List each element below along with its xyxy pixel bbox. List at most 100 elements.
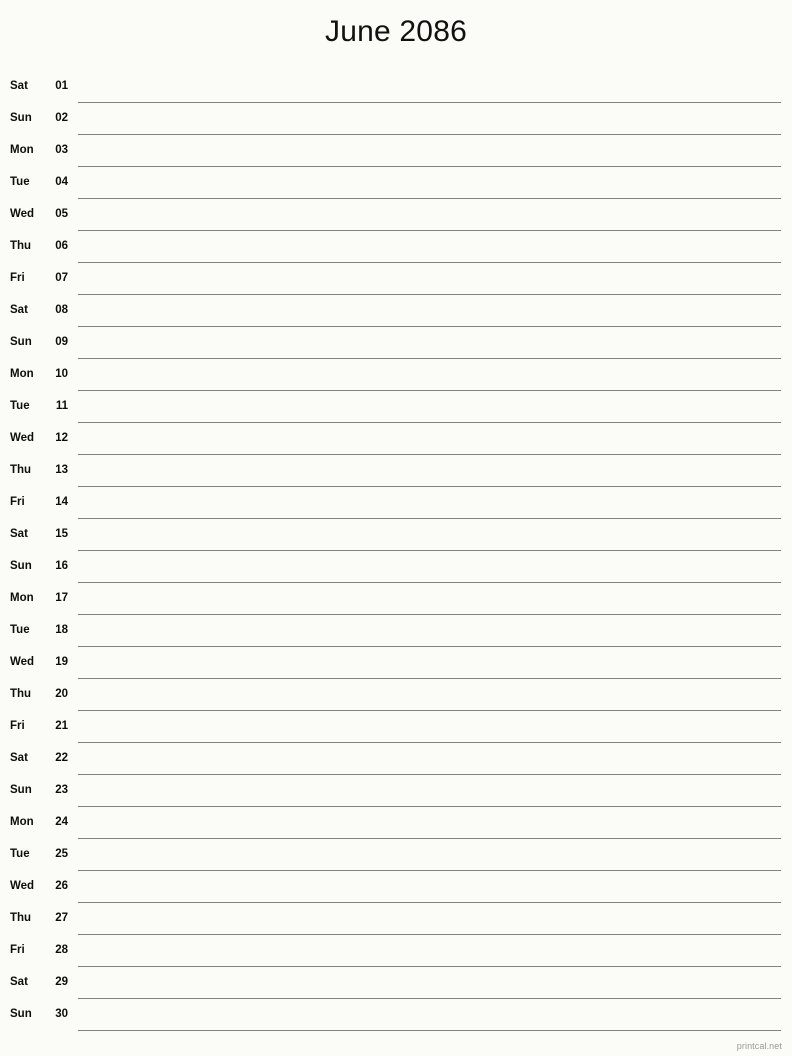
calendar-day-row[interactable]: Wed 26 [0, 872, 792, 904]
weekday-label: Mon [10, 144, 34, 156]
day-label-group: Sun 23 [0, 776, 78, 802]
day-label-group: Wed 05 [0, 200, 78, 226]
day-label-group: Sun 02 [0, 104, 78, 130]
day-writing-line[interactable] [78, 616, 781, 647]
day-label-group: Sat 29 [0, 968, 78, 994]
day-label-group: Fri 14 [0, 488, 78, 514]
weekday-label: Thu [10, 240, 32, 252]
calendar-day-row[interactable]: Fri 28 [0, 936, 792, 968]
calendar-day-row[interactable]: Mon 17 [0, 584, 792, 616]
footer-attribution: printcal.net [736, 1041, 782, 1051]
day-writing-line[interactable] [78, 776, 781, 807]
day-number: 11 [55, 400, 68, 412]
calendar-day-row[interactable]: Wed 19 [0, 648, 792, 680]
calendar-day-row[interactable]: Sat 08 [0, 296, 792, 328]
calendar-day-row[interactable]: Wed 12 [0, 424, 792, 456]
day-writing-line[interactable] [78, 168, 781, 199]
calendar-day-row[interactable]: Wed 05 [0, 200, 792, 232]
day-writing-line[interactable] [78, 520, 781, 551]
day-number: 14 [55, 496, 68, 508]
day-writing-line[interactable] [78, 1000, 781, 1031]
day-writing-line[interactable] [78, 136, 781, 167]
calendar-day-row[interactable]: Sun 09 [0, 328, 792, 360]
calendar-day-row[interactable]: Fri 14 [0, 488, 792, 520]
weekday-label: Sun [10, 112, 32, 124]
weekday-label: Sat [10, 752, 28, 764]
day-writing-line[interactable] [78, 584, 781, 615]
day-label-group: Sun 09 [0, 328, 78, 354]
day-number: 20 [55, 688, 68, 700]
day-number: 12 [55, 432, 68, 444]
day-label-group: Sat 22 [0, 744, 78, 770]
day-label-group: Mon 24 [0, 808, 78, 834]
day-number: 15 [55, 528, 68, 540]
calendar-day-rows: Sat 01 Sun 02 Mon 03 Tue 04 Wed 05 Thu 06 Fri 07 Sat 08… [0, 72, 792, 1032]
calendar-day-row[interactable]: Fri 21 [0, 712, 792, 744]
day-writing-line[interactable] [78, 936, 781, 967]
day-writing-line[interactable] [78, 968, 781, 999]
day-writing-line[interactable] [78, 200, 781, 231]
day-writing-line[interactable] [78, 360, 781, 391]
calendar-day-row[interactable]: Sat 01 [0, 72, 792, 104]
weekday-label: Fri [10, 496, 25, 508]
calendar-day-row[interactable]: Thu 06 [0, 232, 792, 264]
calendar-day-row[interactable]: Sat 22 [0, 744, 792, 776]
weekday-label: Tue [10, 176, 30, 188]
weekday-label: Fri [10, 272, 25, 284]
weekday-label: Tue [10, 400, 30, 412]
calendar-day-row[interactable]: Tue 25 [0, 840, 792, 872]
day-writing-line[interactable] [78, 808, 781, 839]
weekday-label: Thu [10, 688, 32, 700]
day-writing-line[interactable] [78, 712, 781, 743]
calendar-day-row[interactable]: Sat 29 [0, 968, 792, 1000]
day-writing-line[interactable] [78, 296, 781, 327]
day-writing-line[interactable] [78, 328, 781, 359]
day-writing-line[interactable] [78, 264, 781, 295]
day-label-group: Sat 08 [0, 296, 78, 322]
day-number: 23 [55, 784, 68, 796]
calendar-day-row[interactable]: Thu 20 [0, 680, 792, 712]
day-label-group: Mon 10 [0, 360, 78, 386]
calendar-day-row[interactable]: Tue 18 [0, 616, 792, 648]
day-writing-line[interactable] [78, 72, 781, 103]
calendar-day-row[interactable]: Mon 03 [0, 136, 792, 168]
day-number: 13 [55, 464, 68, 476]
weekday-label: Sun [10, 1008, 32, 1020]
weekday-label: Mon [10, 816, 34, 828]
day-writing-line[interactable] [78, 456, 781, 487]
page-title: June 2086 [325, 15, 467, 48]
day-writing-line[interactable] [78, 392, 781, 423]
calendar-day-row[interactable]: Tue 04 [0, 168, 792, 200]
day-writing-line[interactable] [78, 840, 781, 871]
calendar-day-row[interactable]: Tue 11 [0, 392, 792, 424]
day-writing-line[interactable] [78, 680, 781, 711]
day-writing-line[interactable] [78, 648, 781, 679]
day-writing-line[interactable] [78, 488, 781, 519]
day-label-group: Mon 03 [0, 136, 78, 162]
day-label-group: Thu 13 [0, 456, 78, 482]
day-writing-line[interactable] [78, 104, 781, 135]
day-number: 17 [55, 592, 68, 604]
weekday-label: Wed [10, 208, 35, 220]
calendar-day-row[interactable]: Sun 16 [0, 552, 792, 584]
day-label-group: Wed 26 [0, 872, 78, 898]
weekday-label: Mon [10, 368, 34, 380]
calendar-day-row[interactable]: Fri 07 [0, 264, 792, 296]
calendar-day-row[interactable]: Sun 23 [0, 776, 792, 808]
day-writing-line[interactable] [78, 232, 781, 263]
calendar-day-row[interactable]: Mon 24 [0, 808, 792, 840]
calendar-day-row[interactable]: Sat 15 [0, 520, 792, 552]
calendar-day-row[interactable]: Mon 10 [0, 360, 792, 392]
day-writing-line[interactable] [78, 904, 781, 935]
day-label-group: Sun 30 [0, 1000, 78, 1026]
calendar-day-row[interactable]: Thu 27 [0, 904, 792, 936]
calendar-day-row[interactable]: Sun 02 [0, 104, 792, 136]
calendar-day-row[interactable]: Thu 13 [0, 456, 792, 488]
day-writing-line[interactable] [78, 552, 781, 583]
day-number: 26 [55, 880, 68, 892]
day-writing-line[interactable] [78, 744, 781, 775]
day-writing-line[interactable] [78, 424, 781, 455]
calendar-day-row[interactable]: Sun 30 [0, 1000, 792, 1032]
day-writing-line[interactable] [78, 872, 781, 903]
weekday-label: Mon [10, 592, 34, 604]
